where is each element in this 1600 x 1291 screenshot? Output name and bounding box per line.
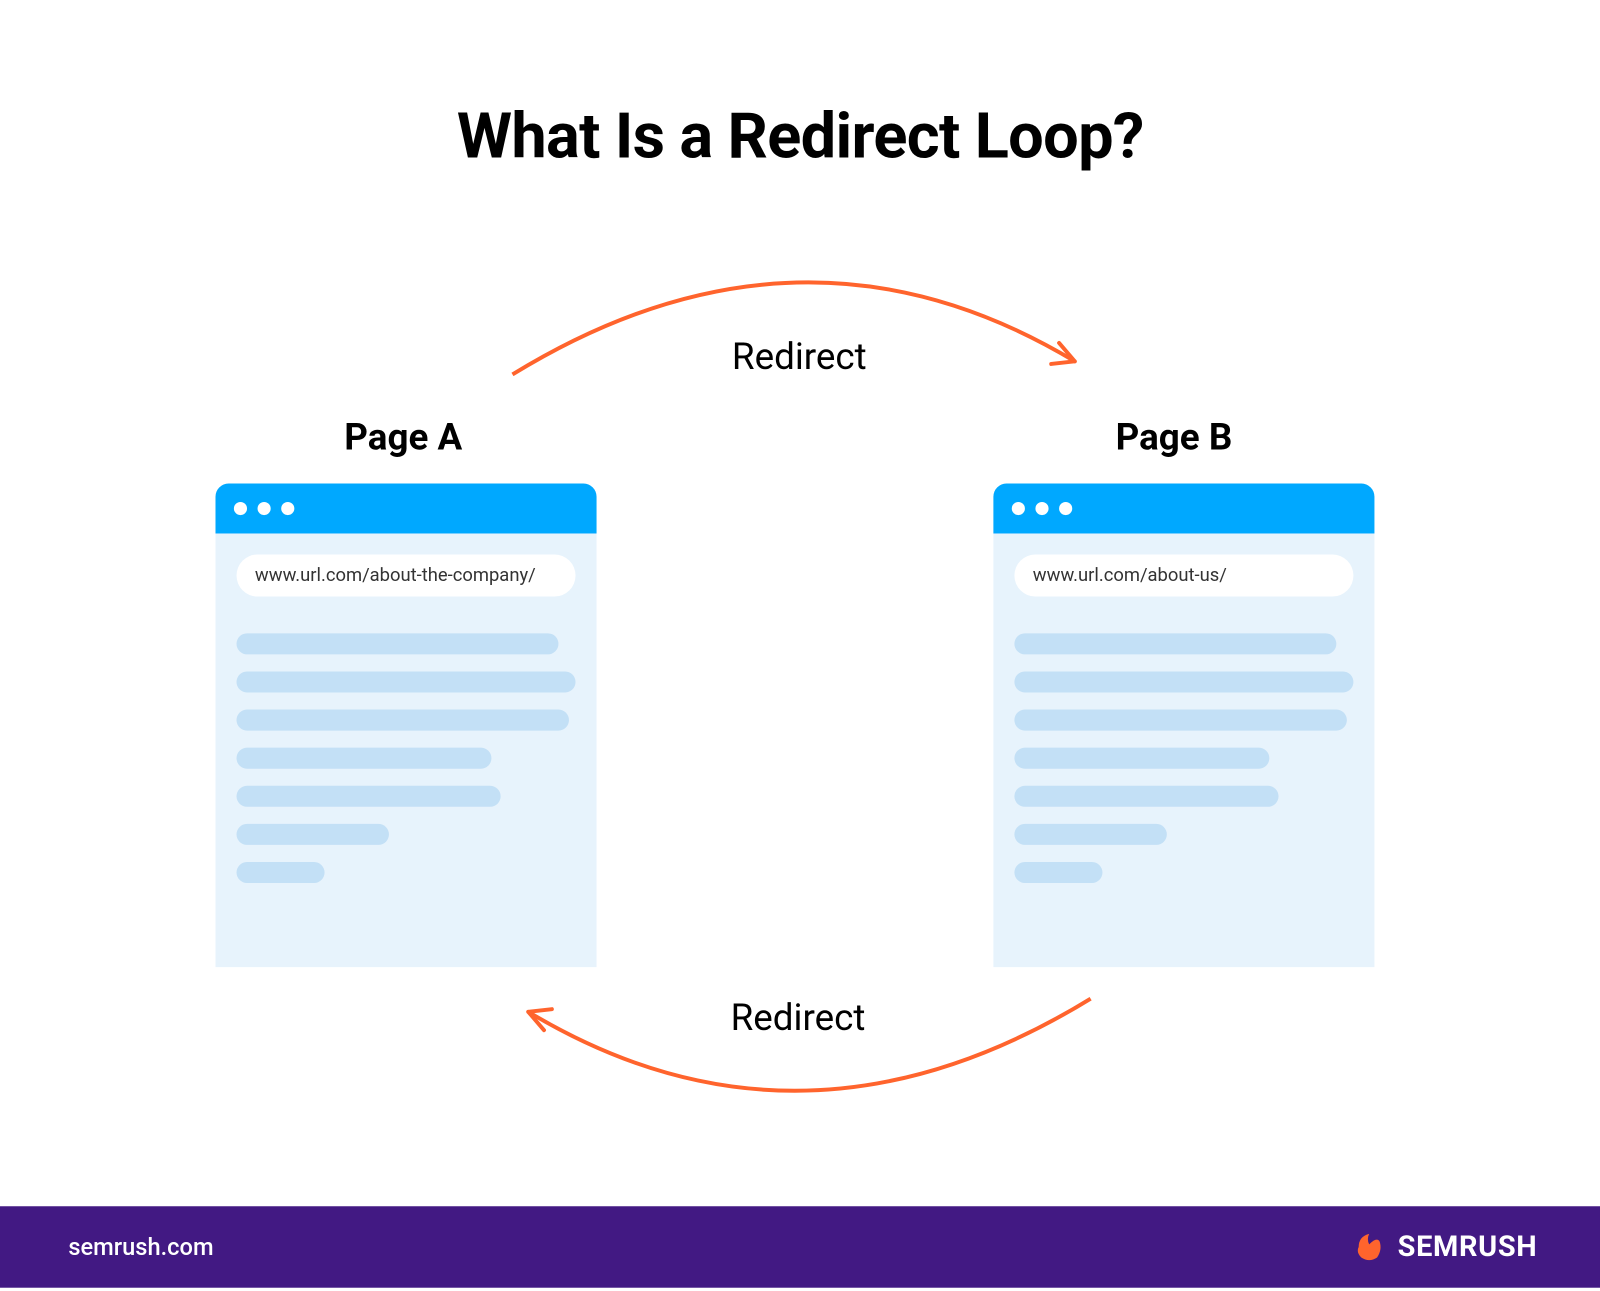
content-line [237,633,559,654]
content-line [237,671,576,692]
footer-url: semrush.com [68,1233,213,1261]
url-bar-page-b: www.url.com/about-us/ [1014,555,1353,597]
browser-header [215,484,596,534]
redirect-label-bottom: Redirect [731,996,866,1039]
window-dot-icon [258,502,271,515]
page-b-label: Page B [1116,415,1233,458]
diagram-canvas: What Is a Redirect Loop? Page A Page B R… [0,0,1600,1286]
redirect-label-top: Redirect [732,335,867,378]
window-dot-icon [1012,502,1025,515]
content-line [1014,710,1346,731]
window-dot-icon [1059,502,1072,515]
window-dot-icon [281,502,294,515]
content-line [1014,671,1353,692]
content-line [237,786,501,807]
semrush-flame-icon [1350,1229,1387,1266]
browser-body: www.url.com/about-us/ [993,533,1374,967]
semrush-logo: SEMRUSH [1350,1229,1537,1266]
content-line [1014,633,1336,654]
content-line [237,862,325,883]
content-line [1014,748,1268,769]
url-bar-page-a: www.url.com/about-the-company/ [237,555,576,597]
browser-body: www.url.com/about-the-company/ [215,533,596,967]
window-dot-icon [1035,502,1048,515]
diagram-title: What Is a Redirect Loop? [457,99,1144,174]
semrush-brand-text: SEMRUSH [1398,1231,1538,1264]
page-a-label: Page A [344,415,462,458]
content-placeholder [237,633,576,883]
content-line [1014,786,1278,807]
window-dot-icon [234,502,247,515]
content-line [1014,862,1102,883]
browser-window-page-a: www.url.com/about-the-company/ [215,484,596,968]
content-line [237,748,491,769]
browser-header [993,484,1374,534]
content-line [237,824,390,845]
footer: semrush.com SEMRUSH [0,1206,1600,1287]
content-line [1014,824,1167,845]
browser-window-page-b: www.url.com/about-us/ [993,484,1374,968]
content-line [237,710,569,731]
content-placeholder [1014,633,1353,883]
